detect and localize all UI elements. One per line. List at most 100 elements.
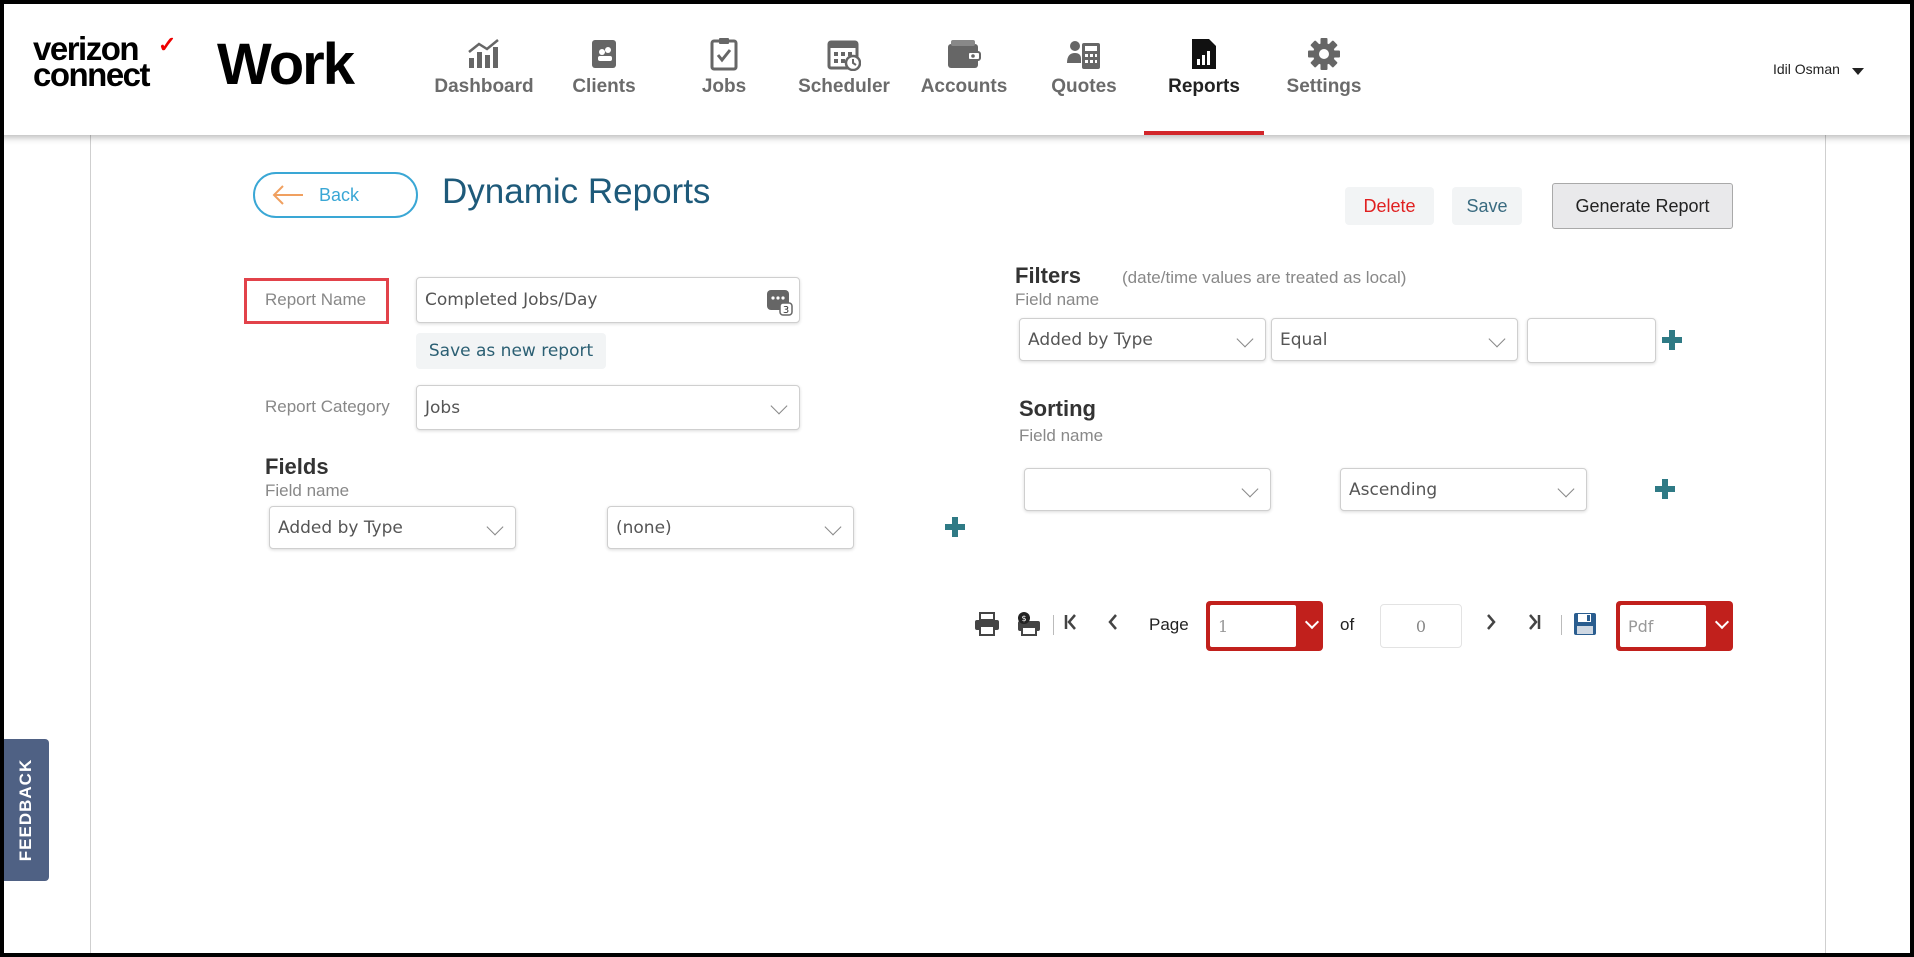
nav-accounts[interactable]: Accounts [904, 0, 1024, 135]
generate-report-button[interactable]: Generate Report [1552, 183, 1733, 229]
nav-reports[interactable]: Reports [1144, 0, 1264, 135]
chevron-down-icon [770, 397, 788, 415]
nav-scheduler[interactable]: Scheduler [784, 0, 904, 135]
sorting-heading: Sorting [1019, 396, 1096, 421]
sorting-field-select[interactable] [1024, 468, 1271, 511]
sorting-order-select[interactable]: Ascending [1340, 468, 1587, 511]
filters-operator-value: Equal [1280, 329, 1328, 350]
main-nav: Dashboard Clients Jobs Scheduler Account… [424, 0, 1384, 135]
back-button[interactable]: Back [253, 172, 418, 218]
fields-field-value: Added by Type [278, 517, 403, 538]
fields-second-value: (none) [616, 517, 672, 538]
fields-heading: Fields [265, 454, 329, 479]
chevron-down-icon [1488, 330, 1506, 348]
logo-line-2: connect [33, 56, 151, 93]
nav-label: Dashboard [434, 76, 534, 97]
svg-text:3: 3 [783, 305, 789, 316]
add-sorting-plus-icon[interactable] [1655, 479, 1675, 499]
delete-button[interactable]: Delete [1345, 187, 1434, 225]
add-filter-plus-icon[interactable] [1662, 330, 1682, 350]
svg-text:$: $ [1021, 614, 1026, 623]
report-name-input[interactable]: Completed Jobs/Day 3 [416, 277, 800, 323]
report-category-select[interactable]: Jobs [416, 385, 800, 430]
nav-label: Reports [1168, 76, 1240, 97]
logo-check-icon: ✓ [158, 32, 176, 57]
chevron-down-icon [824, 518, 842, 536]
filters-operator-select[interactable]: Equal [1271, 318, 1518, 361]
user-name: Idil Osman [1773, 61, 1840, 77]
last-page-icon[interactable] [1526, 612, 1542, 632]
first-page-icon[interactable] [1063, 612, 1079, 632]
next-page-icon[interactable] [1484, 612, 1498, 632]
verizon-connect-logo[interactable]: verizon connect ✓ [33, 32, 183, 93]
pager-separator [1053, 615, 1054, 635]
chevron-down-icon [1557, 480, 1575, 498]
scheduler-calendar-icon [826, 36, 862, 72]
filters-value-input[interactable] [1527, 318, 1656, 363]
nav-label: Accounts [920, 76, 1008, 97]
add-field-plus-icon[interactable] [945, 517, 965, 537]
filters-note: (date/time values are treated as local) [1122, 268, 1407, 287]
page-number-value: 1 [1210, 605, 1296, 647]
fields-field-select[interactable]: Added by Type [269, 506, 516, 549]
pager-separator [1561, 615, 1562, 635]
nav-label: Quotes [1051, 76, 1117, 97]
chevron-down-icon [1236, 330, 1254, 348]
dashboard-chart-icon [466, 36, 502, 72]
back-label: Back [319, 184, 360, 205]
filters-field-select[interactable]: Added by Type [1019, 318, 1266, 361]
work-brand: Work [217, 32, 355, 97]
of-label: of [1340, 615, 1355, 634]
reports-icon [1186, 36, 1222, 72]
content-border-left [90, 135, 91, 957]
fields-second-select[interactable]: (none) [607, 506, 854, 549]
total-pages: 0 [1380, 604, 1462, 648]
page-title: Dynamic Reports [442, 172, 711, 211]
fields-field-name-label: Field name [265, 481, 350, 500]
nav-label: Scheduler [798, 76, 890, 97]
save-disk-icon[interactable] [1573, 612, 1597, 636]
user-menu[interactable]: Idil Osman [1773, 61, 1864, 77]
quotes-calculator-icon [1066, 36, 1102, 72]
top-header: verizon connect ✓ Work Dashboard Clients… [0, 0, 1914, 135]
export-format-value: Pdf [1620, 605, 1706, 647]
save-as-new-report-button[interactable]: Save as new report [416, 333, 606, 369]
feedback-label: FEEDBACK [16, 758, 36, 862]
export-printer-icon[interactable]: $ [1015, 612, 1043, 636]
jobs-clipboard-icon [706, 36, 742, 72]
report-category-value: Jobs [425, 397, 461, 418]
arrow-left-icon [272, 185, 303, 205]
nav-label: Clients [572, 76, 636, 97]
page-number-select[interactable]: 1 [1206, 601, 1323, 651]
nav-quotes[interactable]: Quotes [1024, 0, 1144, 135]
nav-clients[interactable]: Clients [544, 0, 664, 135]
feedback-tab[interactable]: FEEDBACK [3, 739, 49, 881]
filters-heading: Filters [1015, 263, 1082, 288]
nav-jobs[interactable]: Jobs [664, 0, 784, 135]
report-name-value: Completed Jobs/Day [425, 290, 598, 310]
filters-field-value: Added by Type [1028, 329, 1153, 350]
save-button[interactable]: Save [1452, 187, 1522, 225]
nav-label: Jobs [701, 76, 747, 97]
chevron-down-icon [486, 518, 504, 536]
report-name-label: Report Name [265, 290, 367, 309]
export-format-select[interactable]: Pdf [1616, 601, 1733, 651]
clients-icon [586, 36, 622, 72]
nav-settings[interactable]: Settings [1264, 0, 1384, 135]
accounts-wallet-icon [946, 36, 982, 72]
chevron-down-icon [1304, 614, 1320, 630]
sorting-order-value: Ascending [1349, 479, 1438, 500]
chevron-down-icon [1241, 480, 1259, 498]
caret-down-icon [1851, 67, 1864, 75]
sorting-field-name-label: Field name [1019, 426, 1104, 445]
report-category-label: Report Category [265, 397, 390, 416]
page-label: Page [1149, 615, 1189, 634]
calendar-badge-icon: 3 [767, 290, 793, 316]
filters-field-name-label: Field name [1015, 290, 1100, 309]
settings-gear-icon [1306, 36, 1342, 72]
content-border-right [1825, 135, 1826, 957]
nav-dashboard[interactable]: Dashboard [424, 0, 544, 135]
print-icon[interactable] [974, 612, 1000, 636]
chevron-down-icon [1714, 614, 1730, 630]
previous-page-icon[interactable] [1106, 612, 1120, 632]
